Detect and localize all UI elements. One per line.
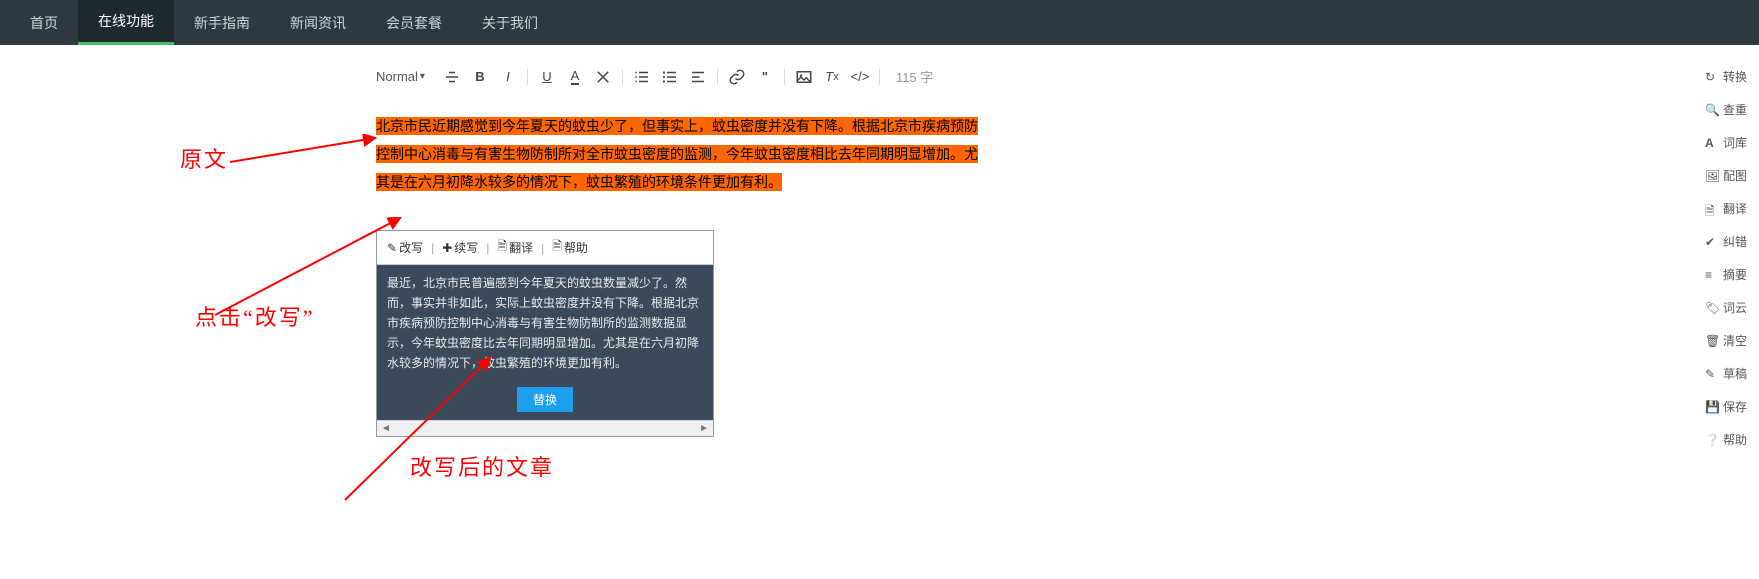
sidebar-item-correct[interactable]: ✔ 纠错 bbox=[1699, 231, 1759, 252]
arrow-2 bbox=[210, 210, 410, 320]
arrow-1 bbox=[225, 130, 385, 170]
draft-icon: ✎ bbox=[1705, 367, 1719, 381]
sidebar-item-draft[interactable]: ✎ 草稿 bbox=[1699, 363, 1759, 384]
separator bbox=[717, 69, 718, 85]
font-color-icon[interactable]: A bbox=[566, 68, 584, 86]
sidebar-label: 词库 bbox=[1723, 134, 1747, 151]
italic-icon[interactable]: I bbox=[499, 68, 517, 86]
separator: | bbox=[431, 241, 434, 255]
link-icon[interactable] bbox=[728, 68, 746, 86]
sidebar-label: 摘要 bbox=[1723, 266, 1747, 283]
question-icon: ❔ bbox=[1705, 433, 1719, 447]
sidebar-label: 草稿 bbox=[1723, 365, 1747, 382]
arrow-3 bbox=[340, 350, 500, 510]
sidebar-item-translate[interactable]: 🗎 翻译 bbox=[1699, 198, 1759, 219]
sidebar-item-clear[interactable]: 🗑 清空 bbox=[1699, 330, 1759, 351]
strikethrough-icon[interactable] bbox=[443, 68, 461, 86]
replace-button[interactable]: 替换 bbox=[517, 387, 573, 412]
sidebar-item-wordcloud[interactable]: 🏷 词云 bbox=[1699, 297, 1759, 318]
trash-icon: 🗑 bbox=[1705, 334, 1719, 348]
nav-about[interactable]: 关于我们 bbox=[462, 0, 558, 45]
nav-news[interactable]: 新闻资讯 bbox=[270, 0, 366, 45]
popup-continue-button[interactable]: ✚ 续写 bbox=[438, 237, 482, 258]
style-select-label: Normal bbox=[376, 69, 418, 84]
sidebar-item-save[interactable]: 💾 保存 bbox=[1699, 396, 1759, 417]
check-icon: ✔ bbox=[1705, 235, 1719, 249]
nav-membership[interactable]: 会员套餐 bbox=[366, 0, 462, 45]
sidebar-label: 翻译 bbox=[1723, 200, 1747, 217]
annotation-original: 原文 bbox=[180, 142, 228, 174]
popup-toolbar: ✎ 改写 | ✚ 续写 | 🗎 翻译 | 🗎 帮助 bbox=[377, 231, 713, 265]
separator bbox=[784, 69, 785, 85]
underline-icon[interactable]: U bbox=[538, 68, 556, 86]
popup-help-label: 帮助 bbox=[564, 239, 588, 256]
sidebar-item-convert[interactable]: ↻ 转换 bbox=[1699, 66, 1759, 87]
right-sidebar: ↻转换 🔍查重 A词库 🖼配图 🗎翻译 ✔纠错 ≡摘要 🏷词云 🗑清空 ✎草稿 … bbox=[1699, 60, 1759, 456]
scroll-right-icon[interactable]: ► bbox=[699, 423, 709, 434]
clear-icon[interactable]: Tx bbox=[823, 68, 841, 86]
sidebar-item-checkdup[interactable]: 🔍 查重 bbox=[1699, 99, 1759, 120]
bold-icon[interactable]: B bbox=[471, 68, 489, 86]
unordered-list-icon[interactable] bbox=[661, 68, 679, 86]
ordered-list-icon[interactable] bbox=[633, 68, 651, 86]
sidebar-item-thesaurus[interactable]: A 词库 bbox=[1699, 132, 1759, 153]
sidebar-label: 配图 bbox=[1723, 167, 1747, 184]
save-icon: 💾 bbox=[1705, 400, 1719, 414]
caret-icon: ▾ bbox=[420, 71, 425, 82]
sidebar-label: 查重 bbox=[1723, 101, 1747, 118]
nav-guide[interactable]: 新手指南 bbox=[174, 0, 270, 45]
sidebar-item-image[interactable]: 🖼 配图 bbox=[1699, 165, 1759, 186]
image-icon[interactable] bbox=[795, 68, 813, 86]
separator bbox=[527, 69, 528, 85]
clear-format-icon[interactable] bbox=[594, 68, 612, 86]
translate-icon: 🗎 bbox=[1705, 202, 1719, 216]
nav-online-features[interactable]: 在线功能 bbox=[78, 0, 174, 45]
word-count-label: 115 字 bbox=[896, 67, 933, 86]
convert-icon: ↻ bbox=[1705, 70, 1719, 84]
sidebar-label: 清空 bbox=[1723, 332, 1747, 349]
style-select[interactable]: Normal ▾ bbox=[376, 69, 425, 84]
code-icon[interactable]: </> bbox=[851, 68, 869, 86]
original-text-block[interactable]: 北京市民近期感觉到今年夏天的蚊虫少了，但事实上，蚊虫密度并没有下降。根据北京市疾… bbox=[376, 112, 981, 196]
separator: | bbox=[541, 241, 544, 255]
sidebar-label: 帮助 bbox=[1723, 431, 1747, 448]
separator bbox=[622, 69, 623, 85]
picture-icon: 🖼 bbox=[1705, 169, 1719, 183]
popup-continue-label: 续写 bbox=[454, 239, 478, 256]
lines-icon: ≡ bbox=[1705, 268, 1719, 282]
original-text: 北京市民近期感觉到今年夏天的蚊虫少了，但事实上，蚊虫密度并没有下降。根据北京市疾… bbox=[376, 117, 978, 191]
help-icon: 🗎 bbox=[552, 237, 562, 258]
align-icon[interactable] bbox=[689, 68, 707, 86]
plus-icon: ✚ bbox=[442, 241, 452, 255]
editor-toolbar: Normal ▾ B I U A " Tx </> 115 字 bbox=[376, 63, 986, 90]
sidebar-item-summary[interactable]: ≡ 摘要 bbox=[1699, 264, 1759, 285]
popup-help-button[interactable]: 🗎 帮助 bbox=[548, 235, 592, 260]
sidebar-label: 纠错 bbox=[1723, 233, 1747, 250]
font-icon: A bbox=[1705, 136, 1719, 150]
sidebar-label: 转换 bbox=[1723, 68, 1747, 85]
quote-icon[interactable]: " bbox=[756, 68, 774, 86]
nav-home[interactable]: 首页 bbox=[10, 0, 78, 45]
top-nav: 首页 在线功能 新手指南 新闻资讯 会员套餐 关于我们 bbox=[0, 0, 1759, 45]
sidebar-label: 词云 bbox=[1723, 299, 1747, 316]
search-icon: 🔍 bbox=[1705, 103, 1719, 117]
separator bbox=[879, 69, 880, 85]
translate-icon: 🗎 bbox=[497, 237, 507, 258]
separator: | bbox=[486, 241, 489, 255]
popup-translate-label: 翻译 bbox=[509, 239, 533, 256]
sidebar-item-help[interactable]: ❔ 帮助 bbox=[1699, 429, 1759, 450]
sidebar-label: 保存 bbox=[1723, 398, 1747, 415]
tag-icon: 🏷 bbox=[1705, 301, 1719, 315]
popup-translate-button[interactable]: 🗎 翻译 bbox=[493, 235, 537, 260]
